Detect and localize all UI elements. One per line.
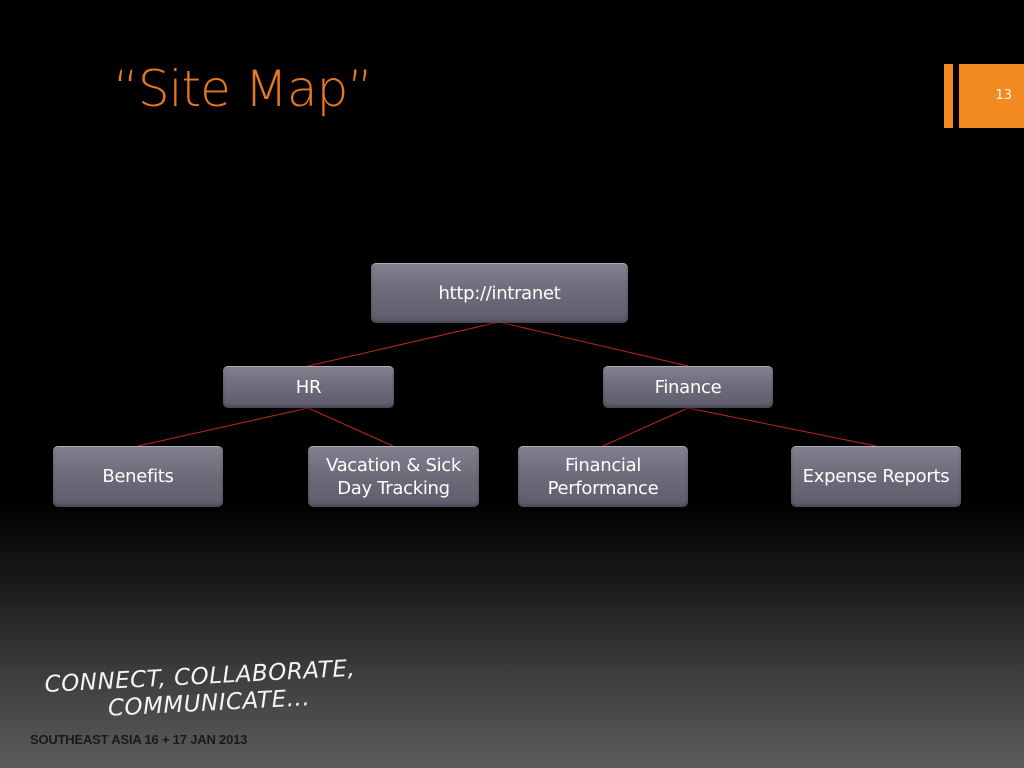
- node-financial-performance: Financial Performance: [518, 446, 688, 507]
- event-info: SOUTHEAST ASIA 16 + 17 JAN 2013: [30, 732, 248, 747]
- connector-finance-expense-reports: [687, 407, 877, 447]
- node-intranet: http://intranet: [371, 263, 628, 323]
- node-finance-label: Finance: [654, 376, 722, 398]
- node-benefits: Benefits: [53, 446, 223, 507]
- node-expense-reports-label: Expense Reports: [802, 466, 950, 487]
- connector-root-finance: [498, 321, 689, 367]
- connector-hr-benefits: [137, 407, 309, 447]
- node-vacation-sick-day-tracking: Vacation & Sick Day Tracking: [308, 446, 479, 507]
- connector-finance-financial-performance: [602, 407, 689, 447]
- node-finance: Finance: [603, 366, 773, 408]
- connector-root-hr: [307, 321, 500, 367]
- sitemap-connectors: [137, 321, 877, 447]
- node-hr: HR: [223, 366, 394, 408]
- node-financial-performance-label: Financial Performance: [547, 454, 659, 499]
- node-expense-reports: Expense Reports: [791, 446, 961, 507]
- node-vacation-label: Vacation & Sick Day Tracking: [325, 454, 462, 499]
- node-intranet-label: http://intranet: [438, 282, 561, 304]
- node-benefits-label: Benefits: [102, 466, 174, 487]
- node-hr-label: HR: [295, 376, 322, 398]
- connector-hr-vacation: [307, 407, 394, 447]
